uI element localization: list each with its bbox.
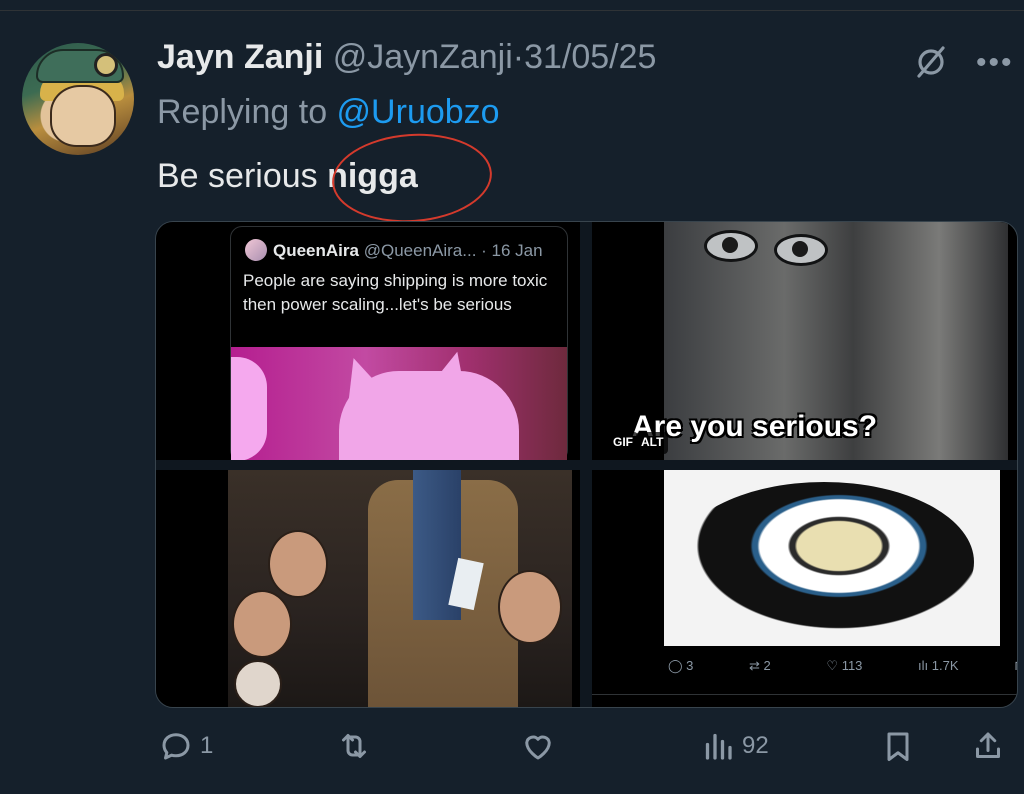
retweet-button[interactable] <box>336 726 378 766</box>
share-icon <box>976 732 1000 758</box>
reply-mention[interactable]: @Uruobzo <box>337 93 500 131</box>
media-image-painting[interactable] <box>156 470 580 707</box>
alt-badge[interactable]: ALT <box>636 432 669 454</box>
view-count: 92 <box>742 732 769 759</box>
quoted-tweet-screenshot: QueenAira @QueenAira... · 16 Jan People … <box>230 226 568 460</box>
inner-repost-count: ⇄ 2 <box>749 658 771 673</box>
quoted-date: · 16 Jan <box>481 241 543 260</box>
reply-button[interactable]: 1 <box>158 726 213 766</box>
manga-image <box>664 470 1000 646</box>
inner-reply-value: 3 <box>686 658 694 673</box>
heart-icon <box>525 735 551 760</box>
avatar-hat-ornament <box>94 53 118 77</box>
gif-caption: Are you serious? <box>632 410 878 443</box>
quoted-avatar <box>245 239 267 261</box>
media-image-manga-tweet[interactable]: ◯ 3 ⇄ 2 ♡ 113 ılı 1.7K ⊓ <box>592 470 1017 707</box>
tweet-date[interactable]: 31/05/25 <box>524 38 656 76</box>
views-button[interactable]: 92 <box>700 726 769 766</box>
inner-like-value: 113 <box>841 658 863 673</box>
avatar[interactable] <box>22 43 134 155</box>
inner-tweet-stats: ◯ 3 ⇄ 2 ♡ 113 ılı 1.7K ⊓ <box>668 658 1017 674</box>
bookmark-icon <box>887 732 909 761</box>
inner-next-tweet-peek <box>592 694 1017 707</box>
quoted-handle: @QueenAira... <box>363 241 477 260</box>
quoted-name: QueenAira <box>273 241 359 260</box>
quoted-header: QueenAira @QueenAira... · 16 Jan <box>273 241 543 261</box>
header-separator: · <box>512 38 525 76</box>
share-button[interactable] <box>970 726 1006 766</box>
painting-crowd-face <box>498 570 562 644</box>
quoted-image-head <box>339 371 519 460</box>
painting-crowd-face <box>268 530 328 598</box>
media-gif[interactable]: Are you serious? GIF ALT <box>592 222 1017 460</box>
author-name[interactable]: Jayn Zanji <box>157 38 323 76</box>
action-bar: 1 92 <box>0 726 1024 770</box>
bookmark-button[interactable] <box>880 726 916 766</box>
gif-eye-right <box>774 234 828 266</box>
inner-reply-count: ◯ 3 <box>668 658 694 673</box>
reply-count: 1 <box>200 732 214 759</box>
inner-like-count: ♡ 113 <box>826 658 863 673</box>
top-divider <box>0 10 1024 11</box>
painting-crowd-face <box>234 660 282 707</box>
quoted-image-shape <box>231 357 267 460</box>
tweet-text-plain: Be serious <box>157 157 328 195</box>
replying-to: Replying to @Uruobzo <box>157 93 500 132</box>
views-icon <box>705 733 732 760</box>
reply-prefix: Replying to <box>157 93 337 131</box>
media-grid[interactable]: QueenAira @QueenAira... · 16 Jan People … <box>155 221 1018 708</box>
inner-view-count: ılı 1.7K <box>918 658 959 673</box>
avatar-face <box>50 85 116 147</box>
manga-art <box>674 482 974 642</box>
like-button[interactable] <box>520 726 562 766</box>
more-icon[interactable]: ••• <box>976 46 1014 80</box>
media-image-quoted-tweet[interactable]: QueenAira @QueenAira... · 16 Jan People … <box>156 222 580 460</box>
inner-view-value: 1.7K <box>931 658 959 673</box>
inner-bookmark-icon: ⊓ <box>1014 658 1017 673</box>
painting-crowd-face <box>232 590 292 658</box>
quoted-image <box>231 347 567 460</box>
grok-icon[interactable] <box>913 44 949 80</box>
tweet-header: Jayn Zanji @JaynZanji·31/05/25 <box>157 38 656 77</box>
reply-icon <box>162 733 190 760</box>
painting-image <box>228 470 572 707</box>
author-handle[interactable]: @JaynZanji <box>333 38 513 76</box>
red-circle-annotation <box>329 128 495 228</box>
quoted-text: People are saying shipping is more toxic… <box>243 271 548 314</box>
inner-repost-value: 2 <box>763 658 771 673</box>
retweet-icon <box>342 734 366 758</box>
gif-eye-left <box>704 230 758 262</box>
gif-badge: GIF <box>608 432 638 454</box>
